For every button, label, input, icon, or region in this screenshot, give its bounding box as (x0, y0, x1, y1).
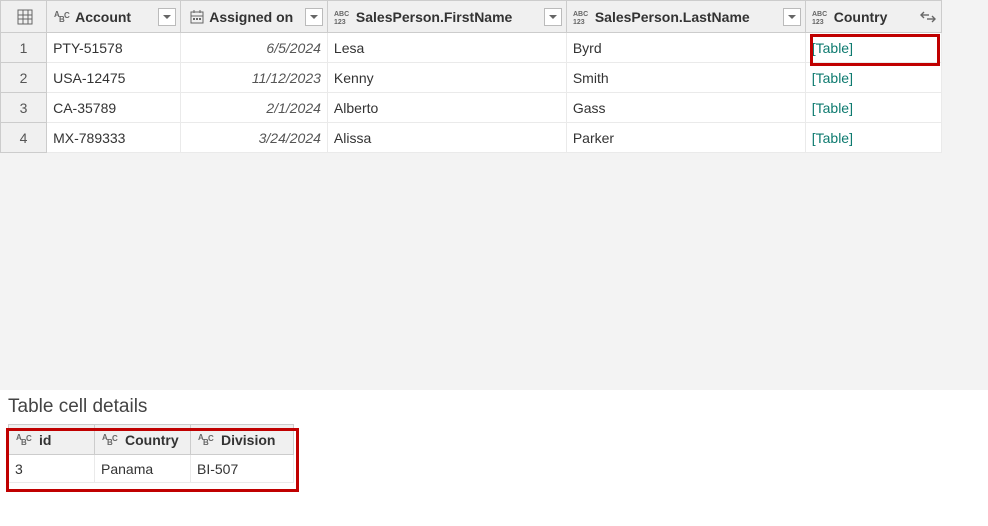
row-index-cell[interactable]: 2 (1, 63, 47, 93)
details-cell-country[interactable]: Panama (95, 455, 191, 483)
expand-column-button[interactable] (919, 8, 937, 26)
table-link[interactable]: [Table] (812, 100, 853, 116)
cell-firstname[interactable]: Lesa (327, 33, 566, 63)
cell-country[interactable]: [Table] (805, 33, 941, 63)
svg-text:ABC: ABC (334, 11, 349, 18)
main-data-grid: ABC Account Assigned on (0, 0, 942, 153)
table-row[interactable]: 2USA-1247511/12/2023KennySmith [Table] (1, 63, 942, 93)
table-link[interactable]: [Table] (812, 130, 853, 146)
column-label: Country (834, 9, 917, 25)
filter-button[interactable] (158, 8, 176, 26)
svg-text:C: C (64, 11, 70, 20)
column-header-lastname[interactable]: ABC123 SalesPerson.LastName (566, 1, 805, 33)
svg-text:C: C (208, 434, 214, 443)
row-index-cell[interactable]: 4 (1, 123, 47, 153)
column-label: Account (75, 9, 156, 25)
cell-firstname[interactable]: Kenny (327, 63, 566, 93)
column-label: SalesPerson.FirstName (356, 9, 542, 25)
cell-firstname[interactable]: Alberto (327, 93, 566, 123)
details-area: Table cell details ABC id ABC (0, 390, 988, 493)
cell-lastname[interactable]: Gass (566, 93, 805, 123)
cell-country[interactable]: [Table] (805, 63, 941, 93)
details-header-id[interactable]: ABC id (9, 425, 95, 455)
cell-assigned-on[interactable]: 3/24/2024 (181, 123, 328, 153)
cell-country[interactable]: [Table] (805, 123, 941, 153)
filter-button[interactable] (544, 8, 562, 26)
details-cell-id[interactable]: 3 (9, 455, 95, 483)
cell-lastname[interactable]: Parker (566, 123, 805, 153)
cell-assigned-on[interactable]: 2/1/2024 (181, 93, 328, 123)
main-grid-area: ABC Account Assigned on (0, 0, 988, 390)
table-link[interactable]: [Table] (812, 70, 853, 86)
cell-lastname[interactable]: Smith (566, 63, 805, 93)
cell-lastname[interactable]: Byrd (566, 33, 805, 63)
svg-text:123: 123 (334, 19, 346, 25)
cell-account[interactable]: PTY-51578 (47, 33, 181, 63)
text-type-icon: ABC (197, 430, 217, 450)
svg-text:C: C (26, 434, 32, 443)
text-type-icon: ABC (15, 430, 35, 450)
table-corner-cell[interactable] (1, 1, 47, 33)
details-header-division[interactable]: ABC Division (191, 425, 294, 455)
cell-country[interactable]: [Table] (805, 93, 941, 123)
column-label: Division (221, 432, 275, 448)
any-type-icon: ABC123 (812, 7, 832, 27)
cell-account[interactable]: USA-12475 (47, 63, 181, 93)
table-row[interactable]: 3CA-357892/1/2024AlbertoGass [Table] (1, 93, 942, 123)
details-row[interactable]: 3 Panama BI-507 (9, 455, 294, 483)
svg-text:123: 123 (573, 19, 585, 25)
details-section-title: Table cell details (0, 390, 988, 424)
cell-firstname[interactable]: Alissa (327, 123, 566, 153)
cell-assigned-on[interactable]: 6/5/2024 (181, 33, 328, 63)
any-type-icon: ABC123 (573, 7, 593, 27)
row-index-cell[interactable]: 3 (1, 93, 47, 123)
text-type-icon: ABC (101, 430, 121, 450)
text-type-icon: ABC (53, 7, 73, 27)
row-index-cell[interactable]: 1 (1, 33, 47, 63)
svg-text:ABC: ABC (573, 11, 588, 18)
column-header-firstname[interactable]: ABC123 SalesPerson.FirstName (327, 1, 566, 33)
svg-text:ABC: ABC (812, 11, 827, 18)
column-label: id (39, 432, 51, 448)
filter-button[interactable] (305, 8, 323, 26)
svg-text:C: C (112, 434, 118, 443)
column-label: SalesPerson.LastName (595, 9, 781, 25)
date-type-icon (187, 7, 207, 27)
column-header-country[interactable]: ABC123 Country (805, 1, 941, 33)
svg-text:123: 123 (812, 19, 824, 25)
cell-account[interactable]: CA-35789 (47, 93, 181, 123)
column-header-assigned-on[interactable]: Assigned on (181, 1, 328, 33)
cell-account[interactable]: MX-789333 (47, 123, 181, 153)
details-cell-division[interactable]: BI-507 (191, 455, 294, 483)
any-type-icon: ABC123 (334, 7, 354, 27)
details-data-grid: ABC id ABC Country (8, 424, 294, 483)
cell-assigned-on[interactable]: 11/12/2023 (181, 63, 328, 93)
column-header-account[interactable]: ABC Account (47, 1, 181, 33)
table-icon (15, 7, 35, 27)
details-header-country[interactable]: ABC Country (95, 425, 191, 455)
table-link[interactable]: [Table] (812, 40, 853, 56)
column-label: Country (125, 432, 179, 448)
table-row[interactable]: 4MX-7893333/24/2024AlissaParker [Table] (1, 123, 942, 153)
table-row[interactable]: 1PTY-515786/5/2024LesaByrd [Table] (1, 33, 942, 63)
filter-button[interactable] (783, 8, 801, 26)
column-label: Assigned on (209, 9, 303, 25)
